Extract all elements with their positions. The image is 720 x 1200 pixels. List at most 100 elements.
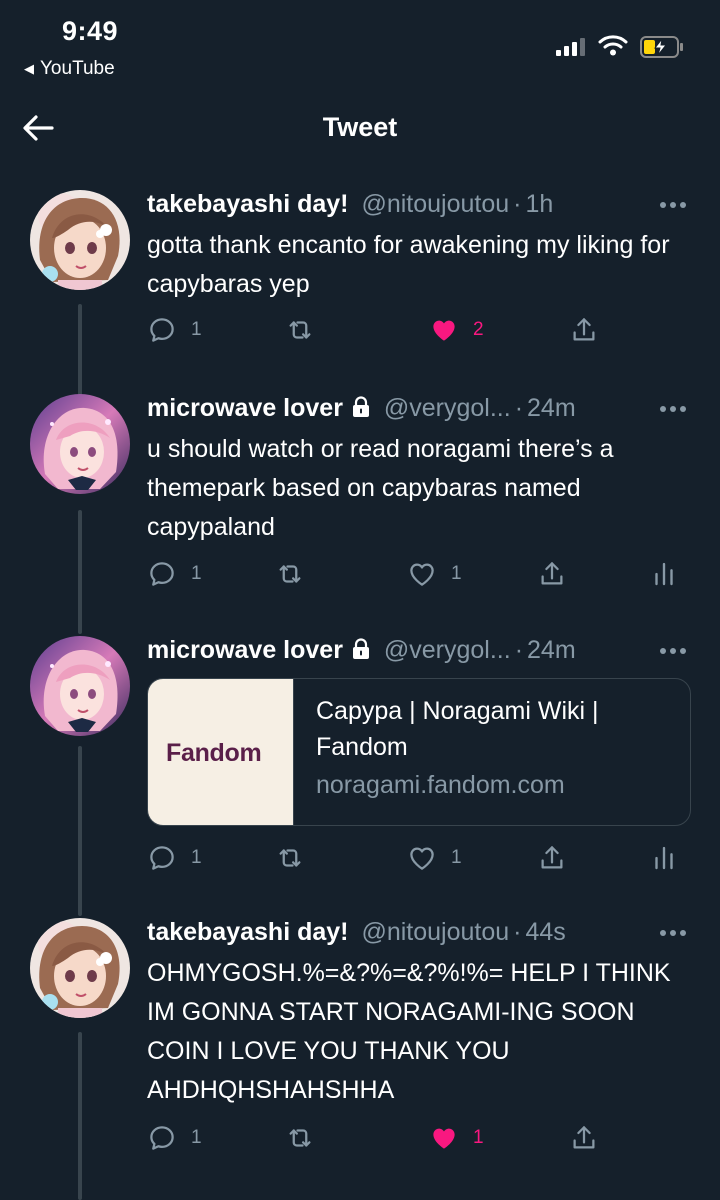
- back-triangle-icon: ◀: [24, 61, 34, 76]
- reply-button[interactable]: 1: [147, 838, 202, 878]
- wifi-icon: [598, 34, 628, 61]
- tweet-actions: 1 1: [147, 554, 692, 594]
- tweet-text: OHMYGOSH.%=&?%=&?%!%= HELP I THINK IM GO…: [147, 959, 671, 1104]
- display-name[interactable]: takebayashi day!: [147, 190, 349, 218]
- link-card-thumbnail: Fandom: [148, 679, 294, 825]
- user-handle[interactable]: @nitoujoutou: [361, 190, 509, 218]
- reply-button[interactable]: 1: [147, 554, 202, 594]
- separator-dot: ·: [513, 190, 522, 218]
- analytics-button[interactable]: [649, 838, 679, 878]
- avatar[interactable]: [30, 190, 130, 290]
- lock-icon: [351, 396, 371, 418]
- analytics-icon: [649, 559, 679, 589]
- link-card[interactable]: Fandom Capypa | Noragami Wiki | Fandom n…: [147, 678, 691, 826]
- tweet-time[interactable]: 44s: [526, 918, 566, 946]
- signal-icon: [556, 38, 586, 56]
- back-to-app-link[interactable]: ◀ YouTube: [24, 58, 115, 80]
- like-button[interactable]: 2: [429, 310, 484, 350]
- tweet-time[interactable]: 1h: [526, 190, 554, 218]
- retweet-button[interactable]: [285, 310, 315, 350]
- tweet-text: u should watch or read noragami there’s …: [147, 435, 614, 541]
- reply-icon: [147, 315, 177, 345]
- share-icon: [537, 843, 567, 873]
- lock-icon: [351, 638, 371, 660]
- tweet-header-row: takebayashi day! @nitoujoutou · 44s: [147, 918, 692, 954]
- reply-icon: [147, 1123, 177, 1153]
- reply-count: 1: [191, 563, 202, 584]
- more-options-icon[interactable]: [660, 202, 686, 210]
- tweet-header-row: takebayashi day! @nitoujoutou · 1h: [147, 190, 692, 226]
- analytics-button[interactable]: [649, 554, 679, 594]
- heart-filled-icon: [429, 315, 459, 345]
- tweet-actions: 1 2: [147, 310, 692, 350]
- display-name[interactable]: takebayashi day!: [147, 918, 349, 946]
- user-handle[interactable]: @verygol...: [384, 394, 511, 422]
- more-options-icon[interactable]: [660, 406, 686, 414]
- share-button[interactable]: [537, 554, 567, 594]
- reply-count: 1: [191, 1127, 202, 1148]
- user-handle[interactable]: @nitoujoutou: [361, 918, 509, 946]
- like-button[interactable]: 1: [407, 838, 462, 878]
- like-button[interactable]: 1: [407, 554, 462, 594]
- tweet[interactable]: takebayashi day! @nitoujoutou · 44s OHMYGO…: [0, 918, 720, 1168]
- retweet-icon: [275, 559, 305, 589]
- fandom-logo-text: Fandom: [166, 739, 262, 767]
- battery-charging-icon: [640, 36, 684, 58]
- analytics-icon: [649, 843, 679, 873]
- back-app-label: YouTube: [40, 58, 115, 79]
- retweet-icon: [275, 843, 305, 873]
- more-options-icon[interactable]: [660, 648, 686, 656]
- heart-icon: [407, 559, 437, 589]
- avatar[interactable]: [30, 636, 130, 736]
- tweet-text: gotta thank encanto for awakening my lik…: [147, 231, 670, 298]
- tweet[interactable]: takebayashi day! @nitoujoutou · 1h gotta t…: [0, 190, 720, 360]
- reply-count: 1: [191, 847, 202, 868]
- like-button[interactable]: 1: [429, 1118, 484, 1158]
- share-icon: [569, 1123, 599, 1153]
- page-title: Tweet: [322, 112, 398, 142]
- reply-button[interactable]: 1: [147, 310, 202, 350]
- heart-icon: [407, 843, 437, 873]
- more-options-icon[interactable]: [660, 930, 686, 938]
- link-card-domain: noragami.fandom.com: [316, 771, 565, 799]
- separator-dot: ·: [514, 636, 524, 664]
- retweet-button[interactable]: [275, 554, 305, 594]
- retweet-button[interactable]: [275, 838, 305, 878]
- like-count: 1: [451, 847, 462, 868]
- like-count: 1: [473, 1127, 484, 1148]
- heart-filled-icon: [429, 1123, 459, 1153]
- reply-icon: [147, 559, 177, 589]
- status-bar: 9:49 ◀ YouTube: [0, 0, 720, 92]
- tweet-actions: 1 1: [147, 1118, 692, 1158]
- reply-count: 1: [191, 319, 202, 340]
- tweet[interactable]: microwave lover @verygol... · 24m u should…: [0, 394, 720, 604]
- avatar[interactable]: [30, 394, 130, 494]
- tweet[interactable]: microwave lover @verygol... · 24m Fandom C…: [0, 636, 720, 886]
- retweet-button[interactable]: [285, 1118, 315, 1158]
- retweet-icon: [285, 315, 315, 345]
- display-name[interactable]: microwave lover: [147, 636, 343, 664]
- tweet-time[interactable]: 24m: [527, 394, 576, 422]
- tweet-header: Tweet: [0, 96, 720, 160]
- reply-button[interactable]: 1: [147, 1118, 202, 1158]
- link-card-title: Capypa | Noragami Wiki | Fandom: [316, 697, 599, 761]
- user-handle[interactable]: @verygol...: [384, 636, 511, 664]
- fandom-logo: Fandom: [166, 739, 262, 768]
- tweet-time[interactable]: 24m: [527, 636, 576, 664]
- reply-icon: [147, 843, 177, 873]
- share-button[interactable]: [569, 1118, 599, 1158]
- display-name[interactable]: microwave lover: [147, 394, 343, 422]
- share-button[interactable]: [537, 838, 567, 878]
- tweet-actions: 1 1: [147, 838, 692, 878]
- share-icon: [537, 559, 567, 589]
- separator-dot: ·: [513, 918, 522, 946]
- retweet-icon: [285, 1123, 315, 1153]
- like-count: 1: [451, 563, 462, 584]
- status-time: 9:49: [62, 16, 119, 46]
- share-button[interactable]: [569, 310, 599, 350]
- tweet-header-row: microwave lover @verygol... · 24m: [147, 394, 692, 430]
- avatar[interactable]: [30, 918, 130, 1018]
- tweet-header-row: microwave lover @verygol... · 24m: [147, 636, 692, 672]
- like-count: 2: [473, 319, 484, 340]
- share-icon: [569, 315, 599, 345]
